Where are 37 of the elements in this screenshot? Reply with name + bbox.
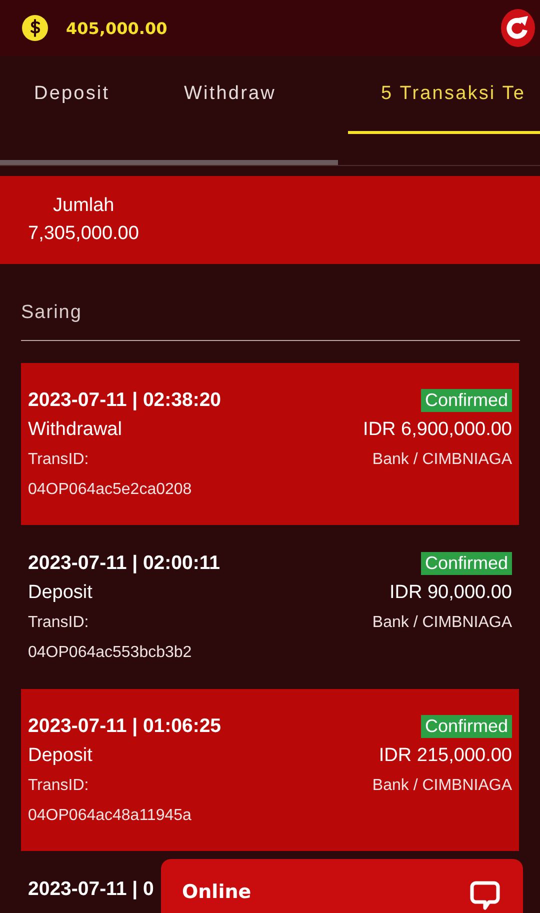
trans-id: 04OP064ac48a11945a [28,807,192,825]
status-badge: Confirmed [420,552,512,574]
transaction-card[interactable]: 2023-07-11 | 01:06:25 Confirmed Deposit IDR 215,000.00 TransID: Bank / CIMBNIAGA 04OP064ac48a11945a [21,689,519,851]
total-amount: 7,305,000.00 [28,223,140,245]
trans-id-label: TransID: [28,451,89,469]
transaction-card[interactable]: 2023-07-11 | 02:38:20 Confirmed Withdrawal IDR 6,900,000.00 TransID: Bank / CIMBNIAGA 04OP064ac5e2ca0208 [21,363,519,525]
transaction-type: Deposit [28,582,92,604]
transaction-amount: IDR 90,000.00 [389,582,512,604]
total-label: Jumlah [53,195,116,217]
transaction-type: Deposit [28,745,92,767]
refresh-icon[interactable] [501,9,535,47]
trans-id: 04OP064ac5e2ca0208 [28,481,192,499]
transaction-datetime: 2023-07-11 | 02:00:11 [28,552,220,574]
scrollbar[interactable] [0,160,338,165]
payment-method: Bank / CIMBNIAGA [372,777,512,795]
transaction-amount: IDR 6,900,000.00 [363,419,512,441]
chat-status: Online [182,881,252,903]
transaction-type: Withdrawal [28,419,122,441]
trans-id-label: TransID: [28,614,89,632]
trans-id-label: TransID: [28,777,89,795]
transaction-datetime: 2023-07-11 | 02:38:20 [28,388,222,412]
status-badge: Confirmed [420,388,512,412]
chat-toast[interactable]: Online [161,859,523,913]
payment-method: Bank / CIMBNIAGA [372,614,512,632]
chat-bubble-icon [469,879,501,911]
tab[interactable]: Withdraw [184,83,348,134]
tab[interactable]: Deposit [34,83,184,134]
transaction-datetime: 2023-07-11 | 01:06:25 [28,714,222,738]
tab[interactable]: 5 Transaksi Te [348,83,540,134]
payment-method: Bank / CIMBNIAGA [372,451,512,469]
filter-label[interactable]: Saring [21,302,82,323]
status-badge: Confirmed [420,714,512,738]
transaction-amount: IDR 215,000.00 [378,745,512,767]
dollar-coin-icon [22,15,48,41]
transaction-card[interactable]: 2023-07-11 | 02:00:11 Confirmed Deposit IDR 90,000.00 TransID: Bank / CIMBNIAGA 04OP064ac553bcb3b2 [21,526,519,688]
balance-amount: 405,000.00 [66,18,168,38]
trans-id: 04OP064ac553bcb3b2 [28,644,192,662]
